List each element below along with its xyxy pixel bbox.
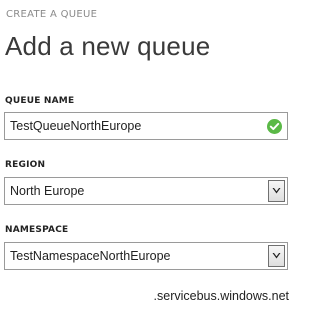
chevron-down-icon (272, 253, 281, 259)
namespace-selected-value: TestNamespaceNorthEurope (10, 249, 171, 263)
check-icon (267, 119, 282, 134)
queue-name-label: QUEUE NAME (5, 96, 75, 106)
region-label: REGION (5, 160, 46, 170)
namespace-dropdown-button[interactable] (268, 245, 285, 267)
namespace-domain-suffix: .servicebus.windows.net (153, 289, 289, 303)
breadcrumb: CREATE A QUEUE (6, 9, 98, 20)
namespace-label: NAMESPACE (5, 225, 69, 235)
queue-name-input[interactable] (5, 113, 260, 139)
region-select[interactable]: North Europe (4, 177, 288, 205)
namespace-select[interactable]: TestNamespaceNorthEurope (4, 242, 288, 270)
chevron-down-icon (272, 188, 281, 194)
queue-name-field[interactable] (4, 112, 288, 140)
region-dropdown-button[interactable] (268, 180, 285, 202)
page-title: Add a new queue (5, 31, 211, 61)
region-selected-value: North Europe (10, 184, 85, 198)
